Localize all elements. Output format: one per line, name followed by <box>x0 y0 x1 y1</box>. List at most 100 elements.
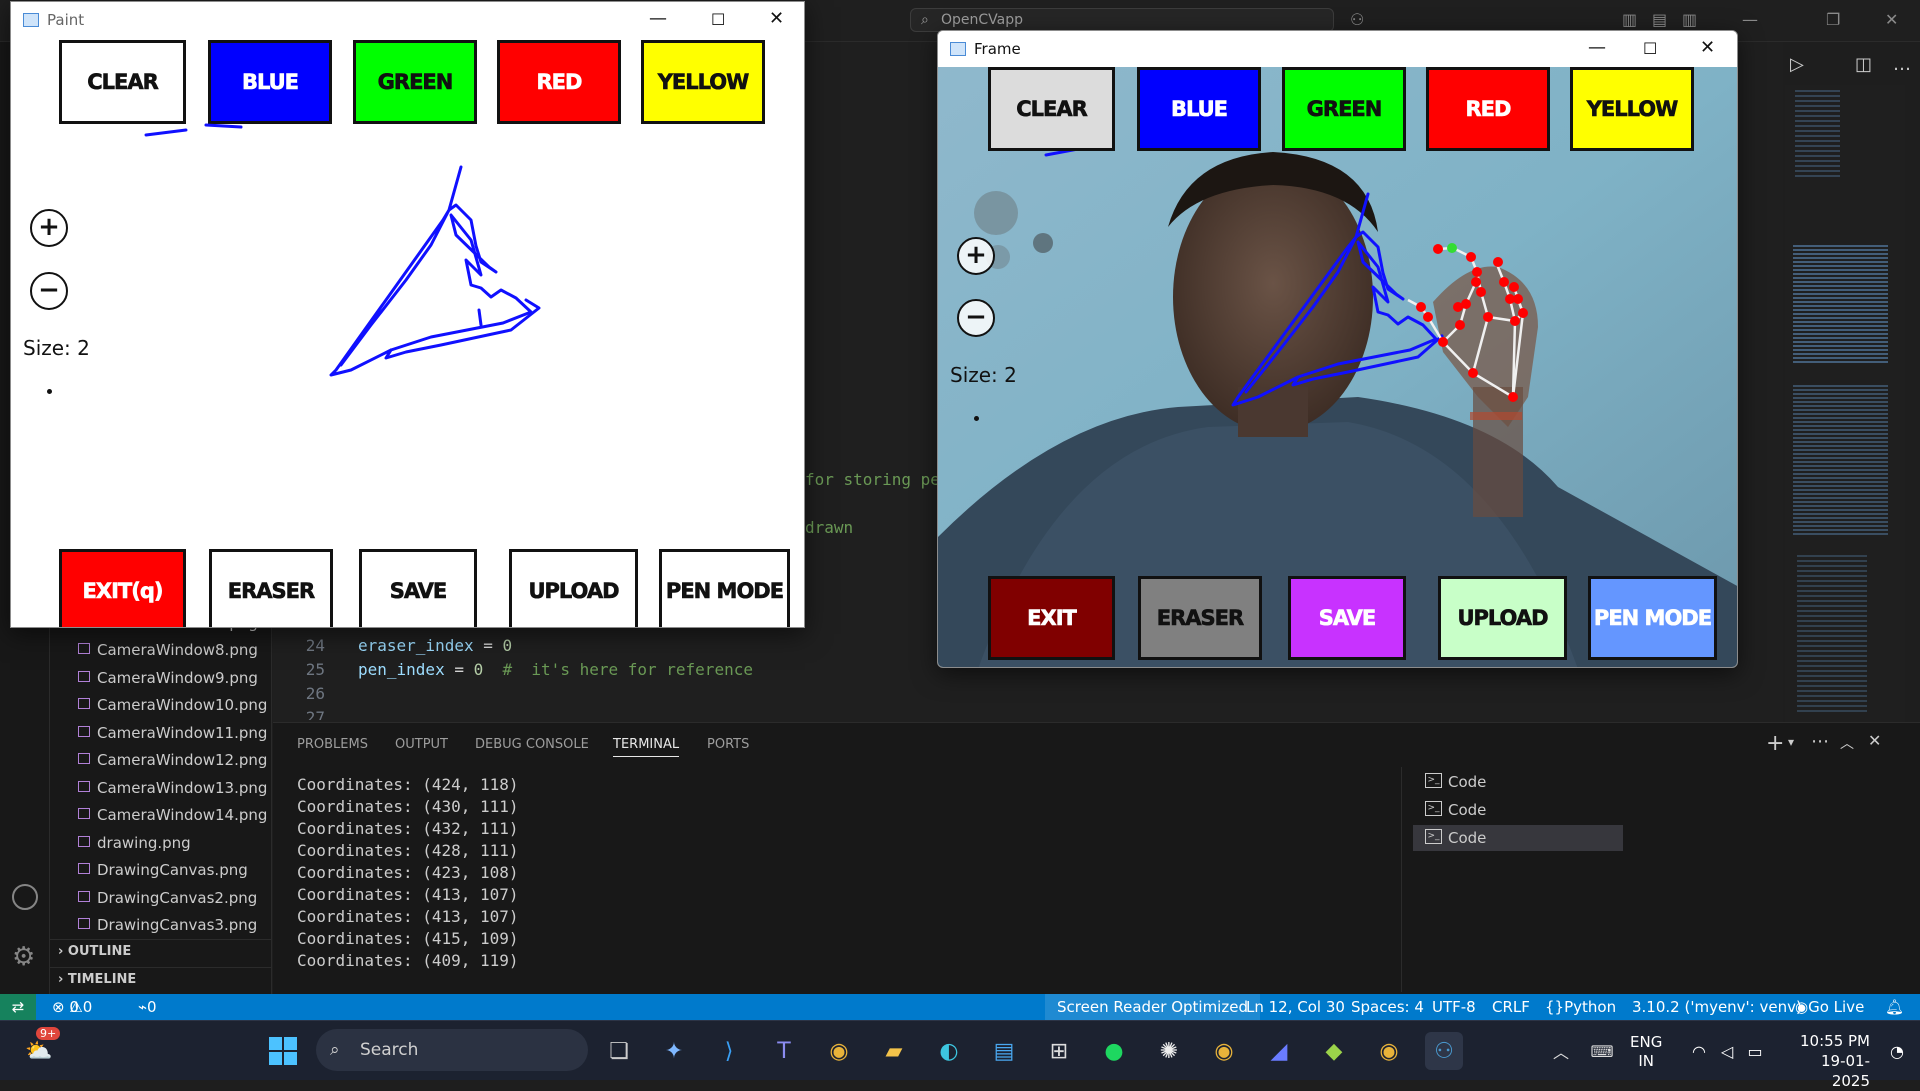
minimize-icon[interactable]: — <box>649 8 667 29</box>
file-item[interactable]: CameraWindow11.png <box>78 722 267 744</box>
notepad-icon[interactable]: ▤ <box>985 1032 1023 1070</box>
run-icon[interactable]: ▷ <box>1790 54 1804 75</box>
minimize-icon[interactable]: — <box>1742 10 1758 29</box>
chevron-down-icon[interactable]: ▾ <box>1788 735 1794 749</box>
restore-icon[interactable]: ❐ <box>1826 10 1840 29</box>
encoding[interactable]: UTF-8 <box>1432 994 1476 1020</box>
store-icon[interactable]: ⊞ <box>1040 1032 1078 1070</box>
layout-sidebar-icon[interactable]: ▥ <box>1622 10 1637 29</box>
vscode-icon[interactable]: ⟩ <box>710 1032 748 1070</box>
file-item[interactable]: CameraWindow10.png <box>78 694 267 716</box>
pen-mode-button[interactable]: PEN MODE <box>659 549 790 627</box>
tab-ports[interactable]: PORTS <box>707 737 749 757</box>
minimize-icon[interactable]: — <box>1588 37 1606 58</box>
terminal-instance[interactable]: >_ Code <box>1413 769 1623 795</box>
cursor-position[interactable]: Ln 12, Col 30 <box>1246 994 1345 1020</box>
tab-terminal[interactable]: TERMINAL <box>613 737 680 757</box>
save-button[interactable]: SAVE <box>359 549 477 627</box>
exit-button[interactable]: EXIT <box>988 576 1115 660</box>
file-item[interactable]: CameraWindow12.png <box>78 749 267 771</box>
paint-canvas[interactable]: CLEAR BLUE GREEN RED YELLOW + − Size: 2 … <box>11 40 804 627</box>
maximize-icon[interactable]: ☐ <box>711 10 725 29</box>
account-icon[interactable] <box>12 884 38 910</box>
more-actions-icon[interactable]: ⋯ <box>1811 731 1829 752</box>
split-editor-icon[interactable]: ◫ <box>1855 54 1872 75</box>
remote-icon[interactable]: ⇄ <box>0 994 36 1020</box>
copilot-icon[interactable]: ✦ <box>655 1032 693 1070</box>
copilot-icon[interactable]: ⚇ <box>1350 10 1364 29</box>
notification-bell-icon[interactable]: ◔ <box>1878 1032 1916 1070</box>
file-item[interactable]: DrawingCanvas2.png <box>78 887 257 909</box>
indentation[interactable]: Spaces: 4 <box>1351 994 1424 1020</box>
teams-icon[interactable]: T <box>765 1032 803 1070</box>
language-mode[interactable]: {} Python <box>1545 994 1616 1020</box>
pen-mode-button[interactable]: PEN MODE <box>1588 576 1717 660</box>
gear-icon[interactable]: ⚙ <box>12 942 35 972</box>
close-icon[interactable]: ✕ <box>1700 37 1715 58</box>
blue-button[interactable]: BLUE <box>1137 67 1261 151</box>
decrease-size-button[interactable]: − <box>957 299 995 337</box>
layout-panel-icon[interactable]: ▤ <box>1652 10 1667 29</box>
ports-indicator[interactable]: ⌁ 0 <box>138 994 157 1020</box>
file-item[interactable]: CameraWindow8.png <box>78 639 258 661</box>
screen-reader-status[interactable]: Screen Reader Optimized <box>1045 994 1260 1020</box>
chrome-icon[interactable]: ◉ <box>820 1032 858 1070</box>
file-item[interactable]: DrawingCanvas.png <box>78 859 248 881</box>
tab-debug-console[interactable]: DEBUG CONSOLE <box>475 737 589 757</box>
file-item[interactable]: DrawingCanvas3.png <box>78 914 257 936</box>
maximize-panel-icon[interactable]: ︿ <box>1840 733 1854 753</box>
file-item[interactable]: CameraWindow13.png <box>78 777 267 799</box>
spotify-icon[interactable]: ● <box>1095 1032 1133 1070</box>
close-icon[interactable]: ✕ <box>769 8 784 29</box>
keyboard-icon[interactable]: ⌨ <box>1583 1032 1621 1070</box>
file-item[interactable]: drawing.png <box>78 832 191 854</box>
chrome-icon[interactable]: ◉ <box>1205 1032 1243 1070</box>
language-indicator[interactable]: ENG IN <box>1630 1033 1662 1071</box>
outline-section[interactable]: › OUTLINE <box>50 939 272 963</box>
increase-size-button[interactable]: + <box>957 237 995 275</box>
app-icon[interactable]: ◢ <box>1260 1032 1298 1070</box>
go-live[interactable]: ◉ Go Live <box>1795 994 1864 1020</box>
minimap[interactable] <box>1785 85 1905 725</box>
file-item[interactable]: CameraWindow9.png <box>78 667 258 689</box>
more-actions-icon[interactable]: … <box>1893 54 1911 75</box>
maximize-icon[interactable]: ☐ <box>1643 39 1657 58</box>
chrome-icon[interactable]: ◉ <box>1370 1032 1408 1070</box>
taskbar-search[interactable]: ⌕ Search <box>316 1029 588 1071</box>
chatgpt-icon[interactable]: ✺ <box>1150 1032 1188 1070</box>
eol[interactable]: CRLF <box>1492 994 1530 1020</box>
windows-start-icon[interactable] <box>264 1032 302 1070</box>
upload-button[interactable]: UPLOAD <box>509 549 638 627</box>
tab-output[interactable]: OUTPUT <box>395 737 448 757</box>
python-icon[interactable]: ⚇ <box>1425 1032 1463 1070</box>
upload-button[interactable]: UPLOAD <box>1438 576 1567 660</box>
bluestacks-icon[interactable]: ◆ <box>1315 1032 1353 1070</box>
save-button[interactable]: SAVE <box>1288 576 1406 660</box>
battery-icon[interactable]: ▭ <box>1736 1032 1774 1070</box>
close-icon[interactable]: ✕ <box>1885 10 1898 29</box>
terminal-instance[interactable]: >_ Code <box>1413 797 1623 823</box>
terminal-instance[interactable]: >_ Code <box>1413 825 1623 851</box>
file-explorer-icon[interactable]: ▰ <box>875 1032 913 1070</box>
red-button[interactable]: RED <box>1426 67 1550 151</box>
eraser-button[interactable]: ERASER <box>209 549 333 627</box>
clear-button[interactable]: CLEAR <box>988 67 1115 151</box>
command-center-search[interactable]: ⌕ OpenCVapp <box>910 8 1334 32</box>
timeline-section[interactable]: › TIMELINE <box>50 967 272 991</box>
bell-icon[interactable]: 🔔︎ <box>1885 994 1904 1020</box>
python-interpreter[interactable]: 3.10.2 ('myenv': venv) <box>1632 994 1802 1020</box>
task-view-icon[interactable]: ❏ <box>600 1032 638 1070</box>
layout-secondary-icon[interactable]: ▥ <box>1682 10 1697 29</box>
eraser-button[interactable]: ERASER <box>1138 576 1262 660</box>
exit-button[interactable]: EXIT(q) <box>59 549 186 627</box>
file-item[interactable]: CameraWindow14.png <box>78 804 267 826</box>
chevron-up-icon[interactable]: ︿ <box>1542 1032 1580 1070</box>
close-panel-icon[interactable]: ✕ <box>1868 731 1881 750</box>
yellow-button[interactable]: YELLOW <box>1570 67 1694 151</box>
new-terminal-icon[interactable]: + <box>1766 731 1784 756</box>
tab-problems[interactable]: PROBLEMS <box>297 737 368 757</box>
edge-icon[interactable]: ◐ <box>930 1032 968 1070</box>
problems-indicator[interactable]: ⊗ 0 ⚠ 0 <box>52 994 92 1020</box>
green-button[interactable]: GREEN <box>1282 67 1406 151</box>
clock[interactable]: 10:55 PM 19-01-2025 <box>1786 1031 1870 1091</box>
